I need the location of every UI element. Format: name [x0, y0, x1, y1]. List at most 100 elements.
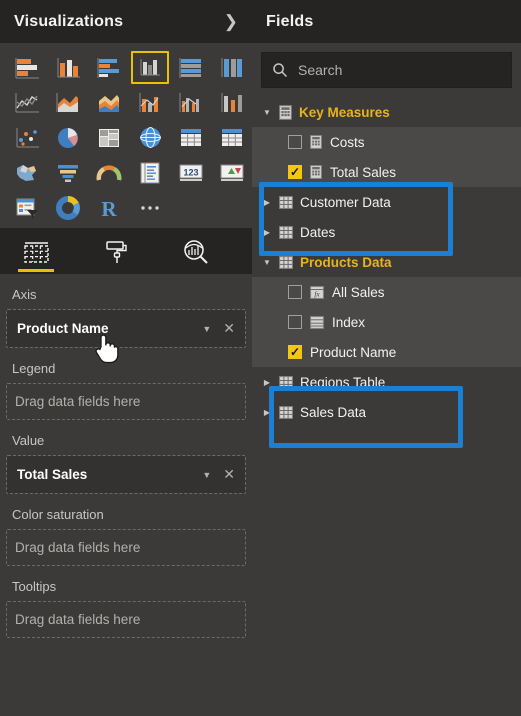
tree-table-dates[interactable]: ▶ Dates	[252, 217, 521, 247]
checkbox-unchecked[interactable]	[288, 135, 302, 149]
measure-icon	[310, 165, 322, 179]
tree-table-customer-data[interactable]: ▶ Customer Data	[252, 187, 521, 217]
well-label-axis: Axis	[12, 287, 37, 302]
tree-field-costs[interactable]: Costs	[252, 127, 521, 157]
tree-label: Regions Table	[300, 374, 386, 390]
viz-more-options[interactable]	[131, 191, 169, 224]
tree-field-product-name[interactable]: Product Name	[252, 337, 521, 367]
visualizations-pane: Visualizations ❯ 123 R Axis Product Name…	[0, 0, 252, 716]
hand-pointer-cursor	[95, 334, 119, 364]
axis-well-dropzone[interactable]: Product Name ▼ ✕	[6, 309, 246, 348]
viz-100-percent-stacked-bar-chart[interactable]	[172, 51, 210, 84]
viz-gauge-chart[interactable]	[90, 156, 128, 189]
field-wells: Axis Product Name ▼ ✕ Legend Drag data f…	[0, 274, 252, 714]
viz-stacked-column-chart[interactable]	[49, 51, 87, 84]
chevron-expanded-icon[interactable]: ▼	[262, 258, 272, 267]
viz-table[interactable]	[213, 121, 251, 154]
legend-well-dropzone[interactable]: Drag data fields here	[6, 383, 246, 420]
viz-clustered-bar-chart[interactable]	[90, 51, 128, 84]
axis-field-chip[interactable]: Product Name ▼ ✕	[7, 310, 245, 347]
power-bi-pane-container: Visualizations ❯ 123 R Axis Product Name…	[0, 0, 521, 716]
viz-line-and-clustered-column-chart[interactable]	[172, 86, 210, 119]
viz-multi-row-card[interactable]	[131, 156, 169, 189]
chevron-expanded-icon[interactable]: ▼	[262, 108, 272, 117]
svg-text:fx: fx	[314, 289, 320, 298]
viz-line-chart[interactable]	[8, 86, 46, 119]
checkbox-checked[interactable]	[288, 345, 302, 359]
value-field-chip[interactable]: Total Sales ▼ ✕	[7, 456, 245, 493]
value-well-dropzone[interactable]: Total Sales ▼ ✕	[6, 455, 246, 494]
chevron-right-icon[interactable]: ❯	[224, 13, 238, 30]
viz-filled-map[interactable]	[8, 156, 46, 189]
tree-label: All Sales	[332, 284, 385, 300]
checkbox-unchecked[interactable]	[288, 285, 302, 299]
chevron-down-icon[interactable]: ▼	[202, 324, 211, 334]
tree-label: Costs	[330, 134, 365, 150]
column-icon	[310, 315, 324, 329]
svg-text:123: 123	[183, 167, 198, 177]
viz-scatter-chart[interactable]	[8, 121, 46, 154]
search-placeholder: Search	[298, 62, 343, 78]
measure-table-icon	[279, 104, 292, 120]
fields-header: Fields	[252, 0, 521, 43]
viz-donut-chart[interactable]	[49, 191, 87, 224]
table-icon	[279, 255, 293, 269]
tree-label: Index	[332, 314, 366, 330]
tree-table-regions-table[interactable]: ▶ Regions Table	[252, 367, 521, 397]
calculated-column-icon: fx	[310, 285, 324, 299]
tree-field-index[interactable]: Index	[252, 307, 521, 337]
viz-stacked-bar-chart[interactable]	[8, 51, 46, 84]
visualizations-header: Visualizations ❯	[0, 0, 252, 43]
viz-100-percent-stacked-column-chart[interactable]	[213, 51, 251, 84]
search-icon	[273, 63, 288, 78]
tab-fields[interactable]	[14, 230, 58, 274]
fields-tree: ▼ Key Measures Costs ✓ Total Sales ▶ Cus…	[252, 95, 521, 427]
chevron-collapsed-icon[interactable]: ▶	[262, 408, 272, 417]
tree-table-sales-data[interactable]: ▶ Sales Data	[252, 397, 521, 427]
tab-format[interactable]	[94, 230, 138, 274]
tree-table-products-data[interactable]: ▼ Products Data	[252, 247, 521, 277]
legend-well-placeholder: Drag data fields here	[15, 394, 141, 409]
chevron-collapsed-icon[interactable]: ▶	[262, 378, 272, 387]
viz-matrix[interactable]	[172, 121, 210, 154]
fields-pane: Fields Search ▼ Key Measures Costs ✓ Tot…	[252, 0, 521, 716]
close-x-icon[interactable]: ✕	[223, 320, 235, 337]
tree-label: Total Sales	[330, 164, 397, 180]
chevron-down-icon[interactable]: ▼	[202, 470, 211, 480]
checkbox-checked[interactable]	[288, 165, 302, 179]
tree-field-all-sales[interactable]: fx All Sales	[252, 277, 521, 307]
value-field-name: Total Sales	[17, 467, 88, 482]
checkbox-unchecked[interactable]	[288, 315, 302, 329]
visualization-pane-tabs	[0, 228, 252, 274]
color-saturation-well-dropzone[interactable]: Drag data fields here	[6, 529, 246, 566]
tree-label: Products Data	[300, 254, 392, 270]
tree-table-key-measures[interactable]: ▼ Key Measures	[252, 97, 521, 127]
viz-stacked-area-chart[interactable]	[90, 86, 128, 119]
well-label-tooltips: Tooltips	[12, 579, 57, 594]
tab-analytics[interactable]	[174, 230, 218, 274]
measure-icon	[310, 135, 322, 149]
viz-clustered-column-chart[interactable]	[131, 51, 169, 84]
well-label-color-saturation: Color saturation	[12, 507, 104, 522]
viz-r-script-visual[interactable]: R	[90, 191, 128, 224]
tree-label: Key Measures	[299, 104, 390, 120]
close-x-icon[interactable]: ✕	[223, 466, 235, 483]
viz-kpi[interactable]	[213, 156, 251, 189]
search-input[interactable]: Search	[261, 52, 512, 88]
viz-treemap[interactable]	[90, 121, 128, 154]
viz-card[interactable]: 123	[172, 156, 210, 189]
table-icon	[279, 375, 293, 389]
viz-ribbon-chart[interactable]	[213, 86, 251, 119]
viz-area-chart[interactable]	[49, 86, 87, 119]
tree-field-total-sales[interactable]: Total Sales	[252, 157, 521, 187]
viz-line-and-stacked-column-chart[interactable]	[131, 86, 169, 119]
chevron-collapsed-icon[interactable]: ▶	[262, 228, 272, 237]
tree-label: Customer Data	[300, 194, 391, 210]
viz-pie-chart[interactable]	[49, 121, 87, 154]
chevron-collapsed-icon[interactable]: ▶	[262, 198, 272, 207]
viz-map[interactable]	[131, 121, 169, 154]
viz-slicer[interactable]	[8, 191, 46, 224]
tooltips-well-dropzone[interactable]: Drag data fields here	[6, 601, 246, 638]
viz-funnel-chart[interactable]	[49, 156, 87, 189]
fields-search-container: Search	[252, 43, 521, 95]
